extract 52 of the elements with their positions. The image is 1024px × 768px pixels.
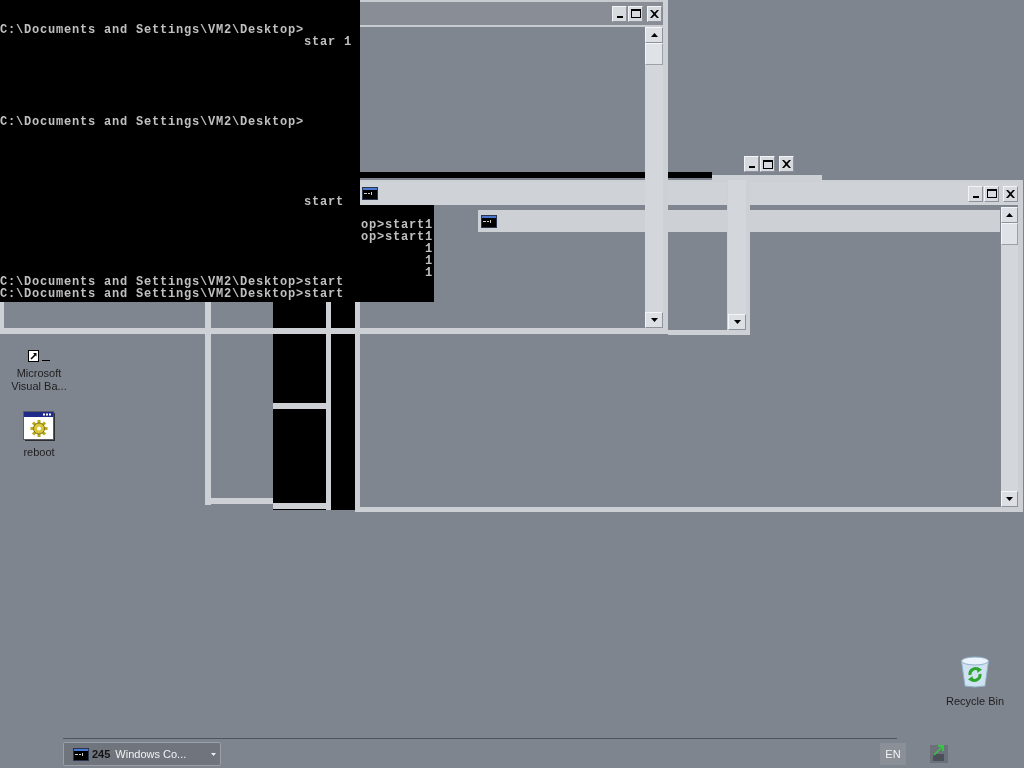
console-line: C:\Documents and Settings\VM2\Desktop>start <box>0 276 345 288</box>
up-arrow-icon <box>650 33 658 37</box>
close-button[interactable] <box>647 5 662 22</box>
scroll-down-button[interactable] <box>1001 491 1018 507</box>
console-line: op>start1 <box>361 231 433 243</box>
maximize-icon <box>986 189 997 198</box>
scrollbar-thumb[interactable] <box>1001 223 1018 245</box>
caret-icon <box>211 752 216 756</box>
down-arrow-icon <box>1006 497 1013 501</box>
down-arrow-icon <box>733 320 741 324</box>
console-line: 1 <box>425 267 433 279</box>
scroll-down-button[interactable] <box>728 314 746 330</box>
console-line: C:\Documents and Settings\VM2\Desktop> <box>0 24 305 36</box>
taskbar-button[interactable]: 245 Windows Co... <box>63 742 221 766</box>
close-button[interactable] <box>1003 185 1018 202</box>
console-icon <box>73 747 89 761</box>
console-line: C:\Documents and Settings\VM2\Desktop> <box>0 116 305 128</box>
shortcut-arrow-icon <box>28 350 50 362</box>
vertical-scrollbar[interactable] <box>1001 207 1018 507</box>
maximize-icon <box>762 159 773 169</box>
gear-window-icon <box>23 411 55 441</box>
maximize-button[interactable] <box>628 5 643 22</box>
minimize-button[interactable] <box>612 5 627 22</box>
down-arrow-icon <box>650 318 658 322</box>
close-icon <box>782 160 791 168</box>
minimize-icon <box>616 15 623 18</box>
console-icon <box>481 214 497 228</box>
scroll-down-button[interactable] <box>645 312 663 328</box>
close-icon <box>1006 189 1015 198</box>
console-line: op>start1 <box>361 219 433 231</box>
recycle-bin[interactable]: Recycle Bin <box>935 656 1015 708</box>
maximize-button[interactable] <box>984 185 999 202</box>
maximize-icon <box>630 9 641 18</box>
console-line: 1 <box>425 255 433 267</box>
console-line: C:\Documents and Settings\VM2\Desktop>start <box>0 288 345 300</box>
console-line: 1 <box>425 243 433 255</box>
minimize-icon <box>748 166 755 168</box>
recycle-bin-icon <box>960 656 990 688</box>
language-indicator[interactable]: EN <box>880 743 906 765</box>
minimize-icon <box>972 195 979 198</box>
maximize-button[interactable] <box>760 156 775 172</box>
console-line: star 1 <box>304 36 352 48</box>
console-line: start <box>304 196 344 208</box>
minimize-button[interactable] <box>968 185 983 202</box>
up-arrow-icon <box>1006 213 1013 217</box>
vertical-scrollbar[interactable] <box>645 27 663 328</box>
close-icon <box>650 9 659 18</box>
minimize-button[interactable] <box>744 156 759 172</box>
scrollbar-thumb[interactable] <box>645 43 663 65</box>
scroll-up-button[interactable] <box>645 27 663 43</box>
scroll-up-button[interactable] <box>1001 207 1018 223</box>
close-button[interactable] <box>779 156 794 172</box>
